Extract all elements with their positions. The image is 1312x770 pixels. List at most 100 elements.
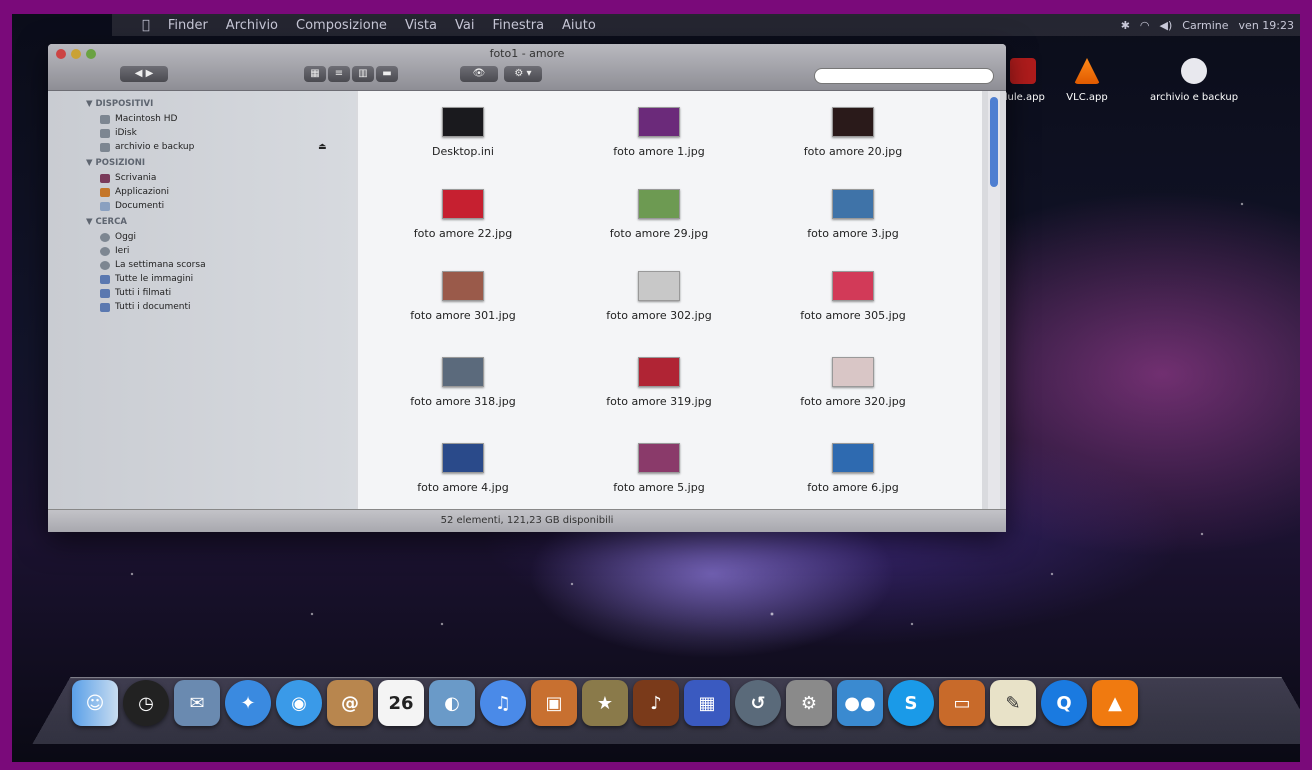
- finder-window: foto1 - amore ◀ ▶ ▦ ≡ ▥ ▬ 👁 ⚙ ▾ 🔍 ▼ DISP…: [48, 44, 1006, 532]
- file-name: foto amore 29.jpg: [609, 227, 709, 240]
- apple-menu-icon[interactable]: : [142, 18, 150, 33]
- menu-aiuto[interactable]: Aiuto: [562, 18, 596, 33]
- sidebar-item-settimana[interactable]: La settimana scorsa: [48, 258, 356, 272]
- sidebar-header-places[interactable]: ▼ POSIZIONI: [48, 154, 356, 171]
- sidebar-item-label: Documenti: [115, 201, 165, 211]
- file-name: foto amore 4.jpg: [417, 481, 509, 494]
- clock[interactable]: ven 19:23: [1239, 19, 1294, 32]
- file-name: foto amore 320.jpg: [800, 395, 906, 408]
- safari-icon[interactable]: ✦: [225, 680, 271, 726]
- file-item[interactable]: foto amore 29.jpg: [564, 189, 754, 240]
- file-thumbnail: [832, 443, 874, 473]
- sidebar-header-search[interactable]: ▼ CERCA: [48, 213, 356, 230]
- column-view-button[interactable]: ▥: [352, 66, 374, 82]
- app-icon: [1010, 58, 1036, 84]
- file-item[interactable]: foto amore 320.jpg: [758, 357, 948, 408]
- file-item[interactable]: foto amore 4.jpg: [368, 443, 558, 494]
- vlc-icon[interactable]: ▲: [1092, 680, 1138, 726]
- vertical-scrollbar[interactable]: [988, 91, 1000, 510]
- file-item[interactable]: foto amore 20.jpg: [758, 107, 948, 158]
- file-item[interactable]: foto amore 1.jpg: [564, 107, 754, 158]
- address-book-icon[interactable]: @: [327, 680, 373, 726]
- action-gear-button[interactable]: ⚙ ▾: [504, 66, 542, 82]
- sidebar-item-idisk[interactable]: iDisk: [48, 126, 356, 140]
- wifi-icon[interactable]: ◠: [1140, 19, 1150, 32]
- sidebar-item-archivio-backup[interactable]: archivio e backup ⏏: [48, 140, 356, 154]
- file-thumbnail: [442, 107, 484, 137]
- itunes-icon[interactable]: ♫: [480, 680, 526, 726]
- file-item[interactable]: foto amore 5.jpg: [564, 443, 754, 494]
- dock: ☺ ◷ ✉ ✦ ◉ @ 26 ◐ ♫ ▣ ★ ♪ ▦ ↺ ⚙ ●● S ▭ ✎ …: [72, 680, 1138, 726]
- menu-vai[interactable]: Vai: [455, 18, 474, 33]
- sidebar-item-oggi[interactable]: Oggi: [48, 230, 356, 244]
- file-thumbnail: [832, 271, 874, 301]
- textedit-icon[interactable]: ✎: [990, 680, 1036, 726]
- coverflow-view-button[interactable]: ▬: [376, 66, 398, 82]
- ichat-icon[interactable]: ◉: [276, 680, 322, 726]
- skype-icon[interactable]: S: [888, 680, 934, 726]
- finder-icon[interactable]: ☺: [72, 680, 118, 726]
- documents-icon: [100, 201, 110, 211]
- bluetooth-icon[interactable]: ✱: [1121, 19, 1130, 32]
- list-view-button[interactable]: ≡: [328, 66, 350, 82]
- mail-icon[interactable]: ✉: [174, 680, 220, 726]
- file-name: foto amore 301.jpg: [410, 309, 516, 322]
- file-name: foto amore 3.jpg: [807, 227, 899, 240]
- spaces-icon[interactable]: ▦: [684, 680, 730, 726]
- imovie-icon[interactable]: ★: [582, 680, 628, 726]
- desktop-icon-vlc[interactable]: VLC.app: [1042, 58, 1132, 103]
- system-prefs-icon[interactable]: ⚙: [786, 680, 832, 726]
- garageband-icon[interactable]: ♪: [633, 680, 679, 726]
- preview-icon[interactable]: ◐: [429, 680, 475, 726]
- clock-icon: [100, 232, 110, 242]
- sidebar-item-scrivania[interactable]: Scrivania: [48, 171, 356, 185]
- keynote-icon[interactable]: ▭: [939, 680, 985, 726]
- back-forward-button[interactable]: ◀ ▶: [120, 66, 168, 82]
- sidebar-item-filmati[interactable]: Tutti i filmati: [48, 286, 356, 300]
- sidebar-item-macintosh-hd[interactable]: Macintosh HD: [48, 112, 356, 126]
- applications-icon: [100, 187, 110, 197]
- menu-composizione[interactable]: Composizione: [296, 18, 387, 33]
- sidebar-header-devices[interactable]: ▼ DISPOSITIVI: [48, 95, 356, 112]
- smart-folder-icon: [100, 302, 110, 312]
- dashboard-icon[interactable]: ◷: [123, 680, 169, 726]
- menu-vista[interactable]: Vista: [405, 18, 437, 33]
- icon-view-button[interactable]: ▦: [304, 66, 326, 82]
- file-item[interactable]: Desktop.ini: [368, 107, 558, 158]
- eject-icon[interactable]: ⏏: [318, 142, 327, 152]
- sidebar-item-ieri[interactable]: Ieri: [48, 244, 356, 258]
- iphoto-icon[interactable]: ▣: [531, 680, 577, 726]
- smart-folder-icon: [100, 274, 110, 284]
- file-item[interactable]: foto amore 301.jpg: [368, 271, 558, 322]
- time-machine-icon[interactable]: ↺: [735, 680, 781, 726]
- file-thumbnail: [638, 357, 680, 387]
- file-item[interactable]: foto amore 318.jpg: [368, 357, 558, 408]
- file-item[interactable]: foto amore 3.jpg: [758, 189, 948, 240]
- desktop-folder-icon: [100, 173, 110, 183]
- desktop-icon-label: archivio e backup: [1149, 92, 1239, 103]
- ical-icon[interactable]: 26: [378, 680, 424, 726]
- messenger-icon[interactable]: ●●: [837, 680, 883, 726]
- file-item[interactable]: foto amore 22.jpg: [368, 189, 558, 240]
- menu-archivio[interactable]: Archivio: [226, 18, 278, 33]
- sidebar-item-immagini[interactable]: Tutte le immagini: [48, 272, 356, 286]
- file-item[interactable]: foto amore 302.jpg: [564, 271, 754, 322]
- sidebar-item-applicazioni[interactable]: Applicazioni: [48, 185, 356, 199]
- sidebar-item-documenti-cerca[interactable]: Tutti i documenti: [48, 300, 356, 314]
- menu-finestra[interactable]: Finestra: [492, 18, 544, 33]
- user-name[interactable]: Carmine: [1182, 19, 1228, 32]
- quicktime-icon[interactable]: Q: [1041, 680, 1087, 726]
- file-item[interactable]: foto amore 6.jpg: [758, 443, 948, 494]
- scrollbar-thumb[interactable]: [990, 97, 998, 187]
- quick-look-button[interactable]: 👁: [460, 66, 498, 82]
- file-name: foto amore 22.jpg: [413, 227, 513, 240]
- file-item[interactable]: foto amore 305.jpg: [758, 271, 948, 322]
- volume-icon[interactable]: ◀): [1160, 19, 1173, 32]
- sidebar-item-documenti[interactable]: Documenti: [48, 199, 356, 213]
- sidebar-item-label: Scrivania: [115, 173, 157, 183]
- menu-finder[interactable]: Finder: [168, 18, 208, 33]
- search-input[interactable]: [814, 68, 994, 84]
- desktop-icon-archivio[interactable]: archivio e backup: [1134, 58, 1254, 103]
- file-item[interactable]: foto amore 319.jpg: [564, 357, 754, 408]
- drive-icon: [100, 142, 110, 152]
